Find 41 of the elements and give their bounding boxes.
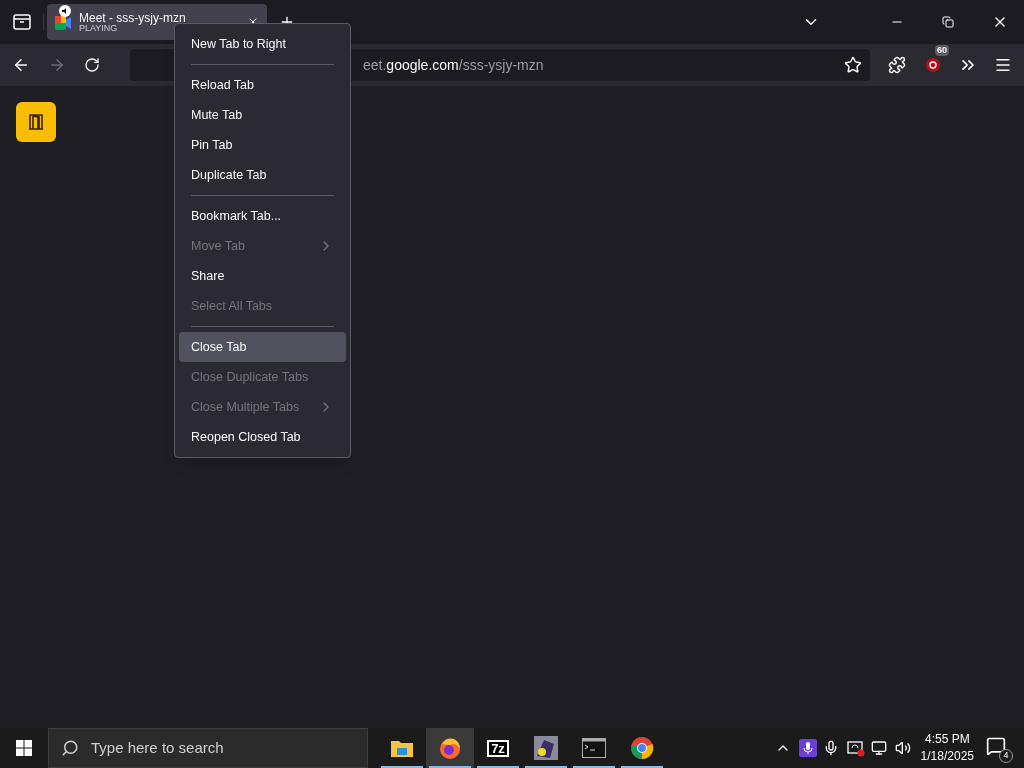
menu-item[interactable]: Close Tab: [179, 332, 346, 362]
video-logo-icon: [55, 16, 71, 30]
tab-status: PLAYING: [79, 23, 118, 33]
menu-item[interactable]: Reopen Closed Tab: [179, 422, 346, 452]
reload-icon[interactable]: [84, 57, 100, 73]
count-badge: 60: [935, 45, 949, 56]
fox-globe-icon: [438, 736, 462, 760]
taskbar-app[interactable]: 7z: [474, 728, 522, 768]
network-icon[interactable]: [870, 740, 887, 756]
puzzle-icon[interactable]: [888, 56, 906, 74]
notifications-icon[interactable]: [986, 736, 1006, 756]
chrome-icon: [630, 736, 654, 760]
menu-item[interactable]: Pin Tab: [179, 130, 346, 160]
search-icon: [61, 739, 79, 757]
menu-item[interactable]: Mute Tab: [179, 100, 346, 130]
menu-icon[interactable]: [994, 56, 1012, 74]
search-field[interactable]: Type here to search: [48, 728, 368, 768]
archive-logo: 7z: [487, 739, 509, 757]
star-icon[interactable]: [844, 56, 862, 74]
speaker-icon[interactable]: [59, 5, 71, 17]
leave-button[interactable]: [16, 102, 56, 142]
microphone-app-icon[interactable]: [798, 739, 817, 757]
volume-icon[interactable]: [894, 740, 911, 756]
folder-icon: [390, 738, 414, 758]
clock-time: 4:55 PM: [924, 731, 970, 748]
taskbar-app[interactable]: [426, 728, 474, 768]
sync-icon[interactable]: [846, 739, 865, 757]
menu-item[interactable]: Share: [179, 261, 346, 291]
clock-date: 1/18/2025: [920, 748, 974, 765]
back-icon[interactable]: [12, 56, 30, 74]
tray-icon[interactable]: [12, 14, 31, 30]
menu-item[interactable]: Duplicate Tab: [179, 160, 346, 190]
tab-title: Meet - sss-ysjy-mzn: [79, 11, 187, 24]
restore-icon[interactable]: [942, 16, 954, 28]
windows-logo[interactable]: [16, 740, 32, 756]
door-icon: [27, 113, 45, 131]
terminal-icon: [582, 738, 606, 758]
notification-count: 4: [999, 749, 1013, 763]
menu-item[interactable]: Bookmark Tab...: [179, 201, 346, 231]
forward-icon[interactable]: [48, 56, 66, 74]
app-icon: [534, 736, 558, 760]
